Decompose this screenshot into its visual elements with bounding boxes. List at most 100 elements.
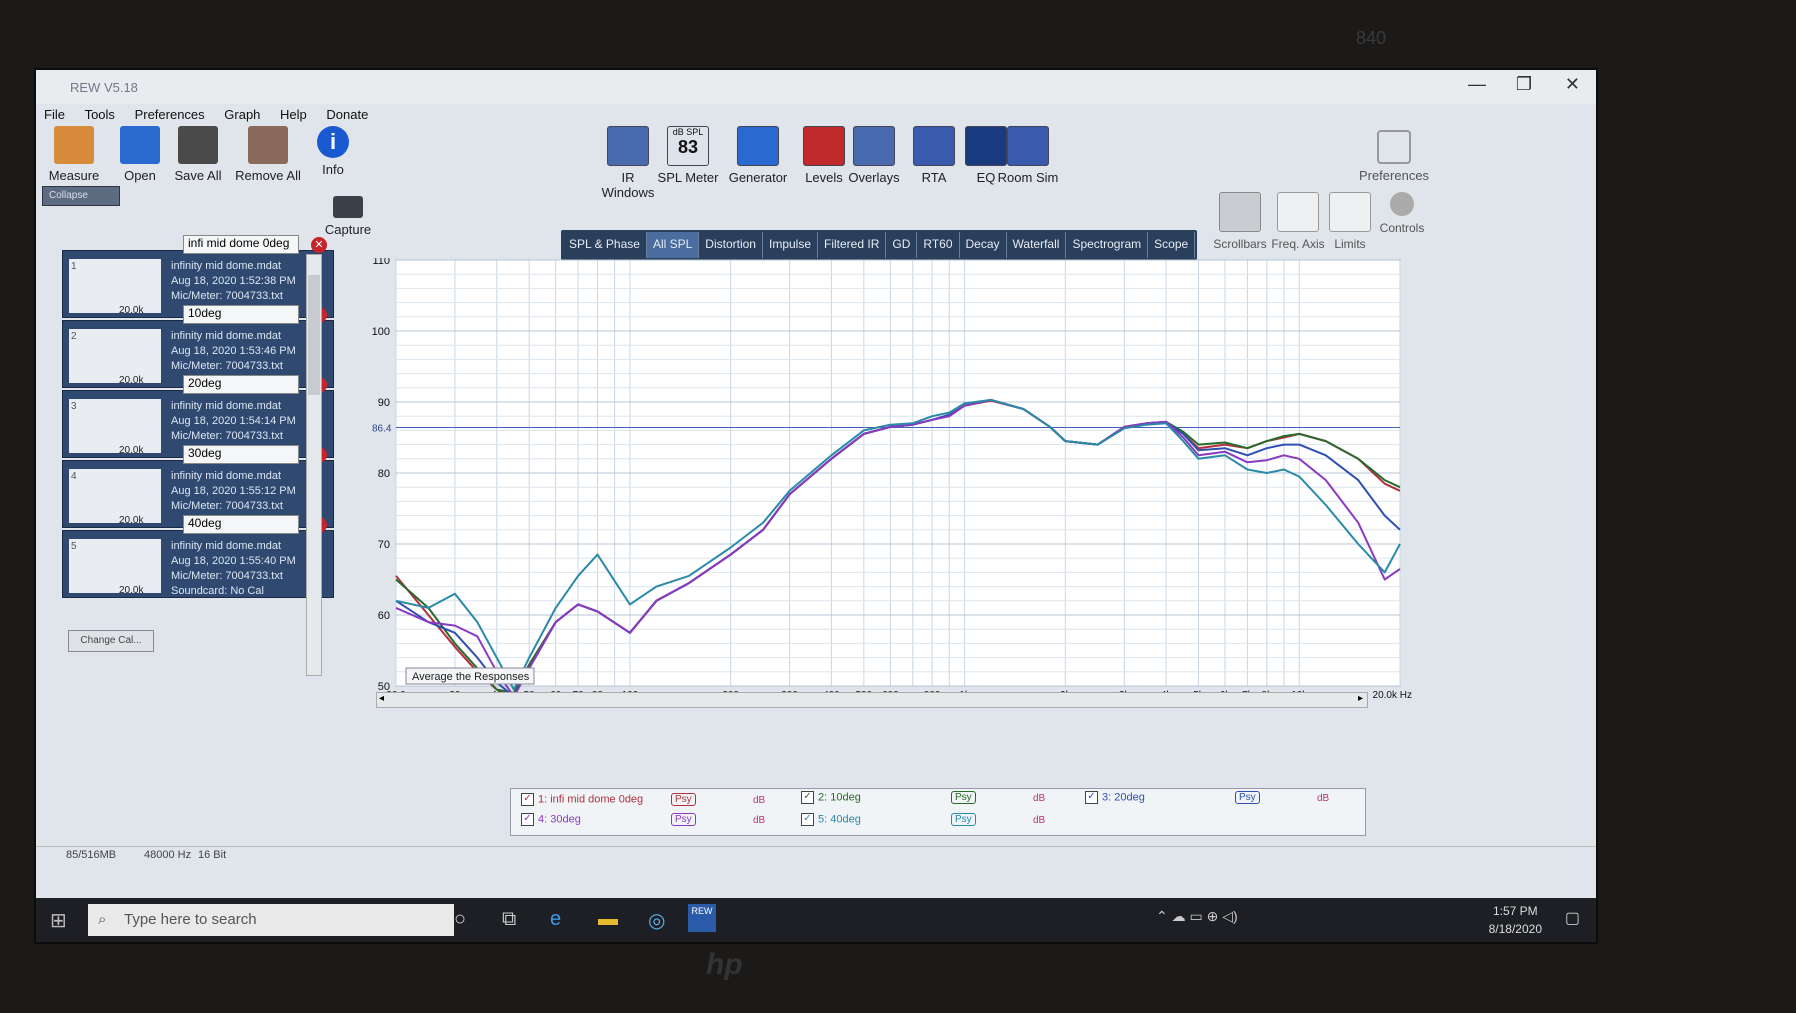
scroll-left-arrow[interactable]: ◂	[379, 693, 384, 704]
tab-rt60[interactable]: RT60	[917, 232, 960, 258]
y-tick-label: 110	[372, 258, 390, 267]
menu-preferences[interactable]: Preferences	[127, 104, 213, 122]
y-tick-label: 80	[378, 468, 390, 480]
delete-measurement-icon[interactable]: ✕	[311, 237, 327, 253]
graph-tabs: SPL & Phase All SPL Distortion Impulse Filte…	[561, 230, 1198, 260]
ir-windows-button[interactable]: IR Windows	[596, 126, 660, 200]
tab-waterfall[interactable]: Waterfall	[1007, 232, 1067, 258]
freq-axis-button[interactable]: Freq. Axis	[1268, 192, 1328, 251]
legend-item[interactable]: ✓ 5: 40deg	[801, 813, 861, 826]
measurement-name-field[interactable]: 30deg	[183, 445, 299, 464]
tab-impulse[interactable]: Impulse	[763, 232, 819, 258]
measure-button[interactable]: Measure	[44, 126, 104, 183]
average-responses-button[interactable]: Average the Responses	[412, 671, 530, 683]
info-button[interactable]: i Info	[308, 126, 358, 177]
open-button[interactable]: Open	[110, 126, 170, 183]
remove-all-button[interactable]: Remove All	[232, 126, 304, 183]
legend-label: 1: infi mid dome 0deg	[538, 793, 644, 806]
legend-item[interactable]: ✓ 4: 30deg	[521, 813, 581, 826]
tab-filtered-ir[interactable]: Filtered IR	[818, 232, 887, 258]
db-offset-label: dB	[753, 815, 766, 826]
measurements-scrollbar[interactable]	[306, 254, 322, 676]
save-all-button[interactable]: Save All	[168, 126, 228, 183]
spl-meter-button[interactable]: dB SPL 83 SPL Meter	[656, 126, 720, 185]
bit-depth-status: 16 Bit	[198, 849, 227, 861]
system-tray-icons[interactable]: ⌃ ☁ ▭ ⊕ ◁)	[1156, 908, 1238, 925]
tab-decay[interactable]: Decay	[960, 232, 1007, 258]
psy-smoothing-button[interactable]: Psy	[1235, 791, 1260, 804]
overlays-button[interactable]: Overlays	[842, 126, 906, 185]
legend-item[interactable]: ✓ 3: 20deg	[1085, 791, 1145, 804]
tab-all-spl[interactable]: All SPL	[646, 232, 700, 258]
menu-tools[interactable]: Tools	[77, 104, 123, 122]
legend-label: 5: 40deg	[818, 813, 861, 826]
measurement-name-field[interactable]: infi mid dome 0deg	[183, 235, 299, 254]
ie-icon[interactable]: ◎	[648, 908, 665, 933]
legend-label: 2: 10deg	[818, 791, 861, 804]
menu-bar: File Tools Preferences Graph Help Donate	[36, 104, 1596, 126]
measurement-number: 1	[71, 261, 77, 272]
legend-item[interactable]: ✓ 1: infi mid dome 0deg	[521, 793, 643, 806]
tab-scope[interactable]: Scope	[1148, 232, 1196, 258]
tab-gd[interactable]: GD	[886, 232, 918, 258]
measurement-info: infinity mid dome.mdat Aug 18, 2020 1:52:…	[171, 260, 296, 302]
file-explorer-icon[interactable]: ▬	[598, 908, 618, 931]
rta-icon	[913, 126, 955, 166]
measurement-item[interactable]: 520.0k40deg✕infinity mid dome.mdatAug 18…	[62, 515, 334, 598]
laptop-model-label: 840	[1356, 28, 1387, 48]
psy-smoothing-button[interactable]: Psy	[671, 813, 696, 826]
menu-help[interactable]: Help	[272, 104, 315, 122]
psy-smoothing-button[interactable]: Psy	[951, 813, 976, 826]
notification-icon[interactable]: ▢	[1565, 908, 1580, 928]
measurement-name-field[interactable]: 20deg	[183, 375, 299, 394]
thumbnail-range-label: 20.0k	[119, 375, 144, 386]
title-bar: REW V5.18 — ❐ ✕	[36, 70, 1596, 104]
measurement-name-field[interactable]: 40deg	[183, 515, 299, 534]
generator-button[interactable]: Generator	[726, 126, 790, 185]
room-sim-button[interactable]: Room Sim	[996, 126, 1060, 185]
limits-button[interactable]: Limits	[1322, 192, 1378, 251]
task-view-icon[interactable]: ⧉	[502, 908, 516, 931]
legend-panel: ✓ 1: infi mid dome 0deg Psy dB ✓ 2: 10deg Psy d…	[510, 788, 1366, 836]
measurement-info: infinity mid dome.mdat Aug 18, 2020 1:54:…	[171, 400, 296, 442]
rew-taskbar-icon[interactable]: REW	[688, 904, 716, 932]
minimize-button[interactable]: —	[1468, 74, 1486, 95]
collapse-button[interactable]: Collapse	[42, 186, 120, 206]
legend-checkbox[interactable]: ✓	[801, 813, 814, 826]
edge-browser-icon[interactable]: e	[550, 908, 561, 931]
horizontal-scrollbar[interactable]: ◂ ▸	[376, 692, 1368, 708]
cortana-icon[interactable]: ○	[454, 908, 466, 931]
preferences-button[interactable]: Preferences	[1354, 130, 1434, 183]
db-offset-label: dB	[753, 795, 766, 806]
db-offset-label: dB	[1033, 793, 1046, 804]
legend-checkbox[interactable]: ✓	[801, 791, 814, 804]
menu-file[interactable]: File	[36, 104, 73, 122]
close-button[interactable]: ✕	[1565, 74, 1580, 95]
legend-checkbox[interactable]: ✓	[521, 793, 534, 806]
measurement-thumbnail	[69, 469, 161, 523]
windows-start-icon[interactable]: ⊞	[50, 908, 67, 933]
change-cal-button[interactable]: Change Cal...	[68, 630, 154, 652]
measurement-name-field[interactable]: 10deg	[183, 305, 299, 324]
clock[interactable]: 1:57 PM 8/18/2020	[1489, 902, 1542, 938]
windows-taskbar: ⊞ ⌕ Type here to search ○ ⧉ e ▬ ◎ REW ⌃ …	[36, 898, 1596, 942]
tab-spectrogram[interactable]: Spectrogram	[1066, 232, 1149, 258]
controls-button[interactable]: Controls	[1374, 192, 1430, 235]
legend-item[interactable]: ✓ 2: 10deg	[801, 791, 861, 804]
menu-graph[interactable]: Graph	[216, 104, 268, 122]
tab-distortion[interactable]: Distortion	[699, 232, 763, 258]
menu-donate[interactable]: Donate	[318, 104, 376, 122]
scrollbars-button[interactable]: Scrollbars	[1210, 192, 1270, 251]
tab-spl-phase[interactable]: SPL & Phase	[563, 232, 647, 258]
freq-axis-icon	[1277, 192, 1319, 232]
scroll-thumb[interactable]	[308, 275, 320, 395]
scroll-right-arrow[interactable]: ▸	[1358, 693, 1363, 704]
thumbnail-range-label: 20.0k	[119, 305, 144, 316]
psy-smoothing-button[interactable]: Psy	[671, 793, 696, 806]
maximize-button[interactable]: ❐	[1516, 74, 1532, 95]
legend-checkbox[interactable]: ✓	[521, 813, 534, 826]
psy-smoothing-button[interactable]: Psy	[951, 791, 976, 804]
legend-checkbox[interactable]: ✓	[1085, 791, 1098, 804]
taskbar-search[interactable]: ⌕ Type here to search	[88, 904, 454, 936]
info-icon: i	[317, 126, 349, 158]
